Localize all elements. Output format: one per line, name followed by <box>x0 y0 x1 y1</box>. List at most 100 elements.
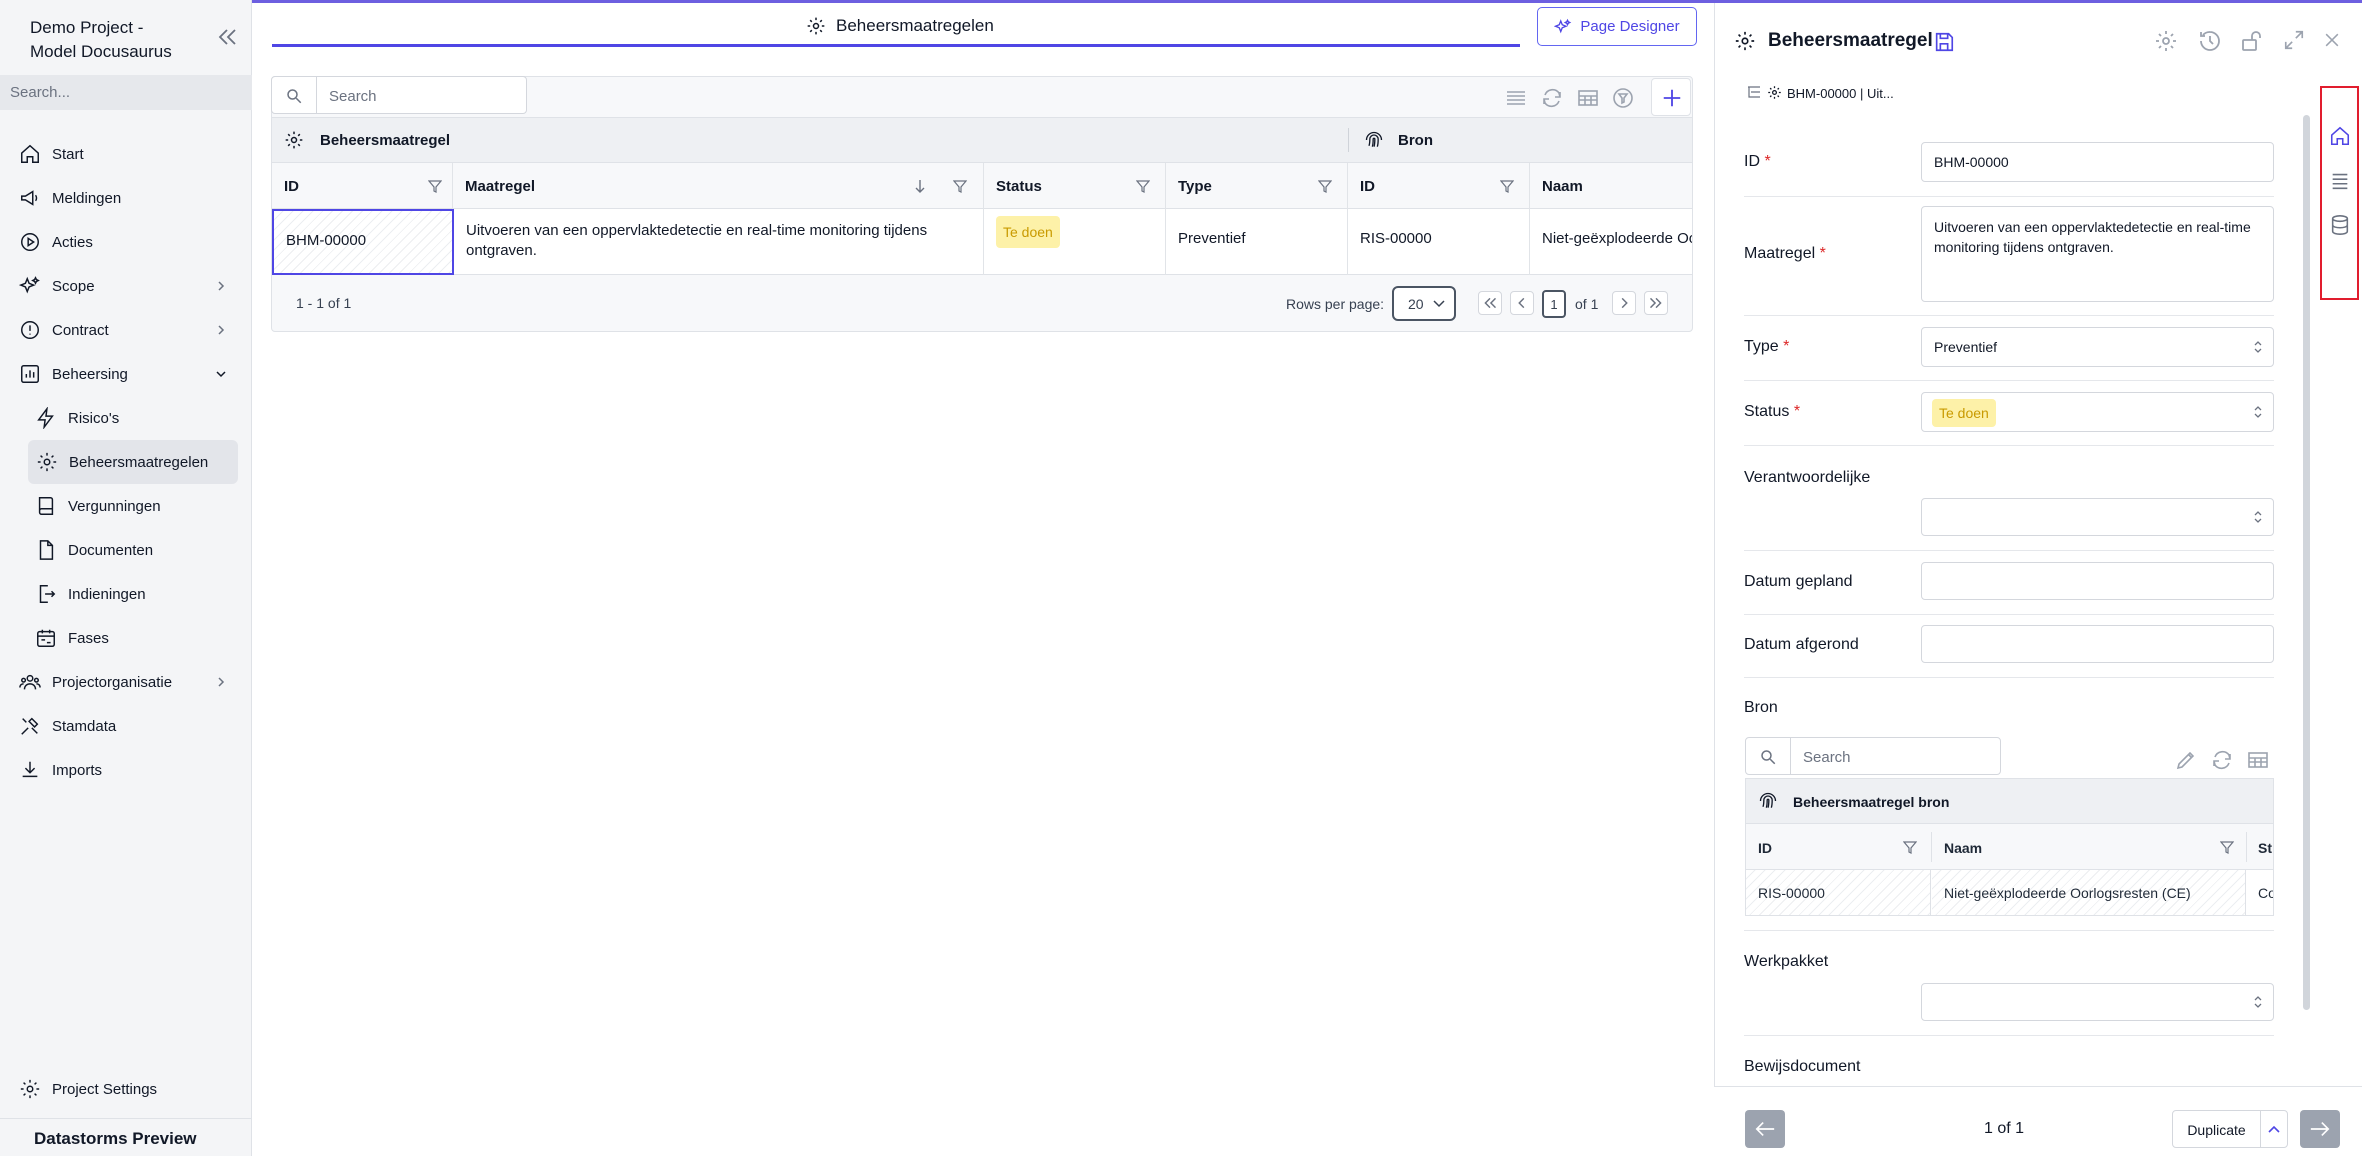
unlock-icon[interactable] <box>2240 29 2264 53</box>
table-icon[interactable] <box>1576 86 1600 110</box>
filter-icon[interactable] <box>1903 840 1917 854</box>
filter-icon[interactable] <box>428 179 442 193</box>
filter-icon[interactable] <box>1318 179 1332 193</box>
filter-icon[interactable] <box>1500 179 1514 193</box>
sidebar-item-scope[interactable]: Scope <box>0 264 252 308</box>
refresh-icon[interactable] <box>2210 748 2234 772</box>
project-title[interactable]: Demo Project - Model Docusaurus <box>30 16 172 64</box>
datum-afgerond-field[interactable] <box>1921 625 2274 663</box>
grid-search-input[interactable]: Search <box>271 76 527 114</box>
sidebar-item-label: Documenten <box>68 541 154 559</box>
density-icon[interactable] <box>1504 86 1528 110</box>
edit-icon[interactable] <box>2174 748 2198 772</box>
close-icon[interactable] <box>2322 30 2342 50</box>
page-number-input[interactable]: 1 <box>1542 290 1566 318</box>
clear-filter-icon[interactable] <box>1611 86 1635 110</box>
datum-gepland-field[interactable] <box>1921 562 2274 600</box>
alert-circle-icon <box>21 321 39 339</box>
expand-icon[interactable] <box>2283 29 2305 51</box>
duplicate-button[interactable]: Duplicate <box>2172 1110 2261 1148</box>
sidebar-item-start[interactable]: Start <box>0 132 252 176</box>
cell-bron-id[interactable]: RIS-00000 <box>1348 209 1530 275</box>
table-icon[interactable] <box>2246 748 2270 772</box>
page-designer-button[interactable]: Page Designer <box>1537 7 1697 46</box>
sparkles-icon <box>1554 18 1572 33</box>
sidebar-item-beheersmaatregelen[interactable]: Beheersmaatregelen <box>28 440 238 484</box>
sidebar-item-beheersing[interactable]: Beheersing <box>0 352 252 396</box>
lightning-icon <box>37 407 54 429</box>
filter-icon[interactable] <box>2220 840 2234 854</box>
cell-maatregel[interactable]: Uitvoeren van een oppervlaktedetectie en… <box>454 209 984 275</box>
next-page-button[interactable] <box>1612 291 1636 315</box>
col-header-type[interactable]: Type <box>1166 163 1348 209</box>
cell-id[interactable]: RIS-00000 <box>1758 885 1825 901</box>
status-badge: Te doen <box>996 216 1060 248</box>
maatregel-textarea[interactable]: Uitvoeren van een oppervlaktedetectie en… <box>1921 206 2274 302</box>
cell-status[interactable]: Co <box>2258 885 2273 901</box>
project-settings-button[interactable]: Project Settings <box>0 1067 252 1111</box>
divider <box>1744 315 2274 316</box>
col-header-naam[interactable]: Naam <box>1530 163 1692 209</box>
breadcrumb[interactable]: BHM-00000 | Uit... <box>1787 86 1894 101</box>
sidebar-item-contract[interactable]: Contract <box>0 308 252 352</box>
type-select[interactable]: Preventief <box>1921 327 2274 367</box>
rows-per-page-select[interactable]: 20 <box>1392 286 1456 321</box>
project-settings-label: Project Settings <box>52 1080 158 1098</box>
col-header-id[interactable]: ID <box>272 163 453 209</box>
bron-table-row[interactable]: RIS-00000 Niet-geëxplodeerde Oorlogsrest… <box>1745 870 2274 916</box>
sidebar-item-stamdata[interactable]: Stamdata <box>0 704 252 748</box>
gear-icon <box>285 131 303 149</box>
filter-icon[interactable] <box>1136 179 1150 193</box>
sidebar-item-indieningen[interactable]: Indieningen <box>0 572 252 616</box>
table-row[interactable]: BHM-00000 Uitvoeren van een oppervlakted… <box>272 209 1692 275</box>
sidebar-item-acties[interactable]: Acties <box>0 220 252 264</box>
bron-search-input[interactable]: Search <box>1745 737 2001 775</box>
cell-status[interactable]: Te doen <box>984 209 1166 275</box>
history-icon[interactable] <box>2198 29 2222 53</box>
chevron-right-icon <box>218 677 225 687</box>
add-record-button[interactable] <box>1651 78 1691 116</box>
col-header-bron-id[interactable]: ID <box>1348 163 1530 209</box>
refresh-icon[interactable] <box>1540 86 1564 110</box>
cell-bron-naam[interactable]: Niet-geëxplodeerde Oo <box>1530 209 1692 275</box>
sidebar-item-documenten[interactable]: Documenten <box>0 528 252 572</box>
next-record-button[interactable] <box>2300 1110 2340 1148</box>
sidebar-item-projectorganisatie[interactable]: Projectorganisatie <box>0 660 252 704</box>
cell-naam[interactable]: Niet-geëxplodeerde Oorlogsresten (CE) <box>1944 885 2191 901</box>
sidebar-search-input[interactable]: Search... <box>0 75 252 110</box>
col-header-status[interactable]: St <box>2258 840 2272 856</box>
filter-icon[interactable] <box>953 179 967 193</box>
verantwoordelijke-select[interactable] <box>1921 498 2274 536</box>
collapse-sidebar-icon[interactable] <box>216 26 240 48</box>
sidebar-item-meldingen[interactable]: Meldingen <box>0 176 252 220</box>
id-field[interactable]: BHM-00000 <box>1921 142 2274 182</box>
sidebar-item-vergunningen[interactable]: Vergunningen <box>0 484 252 528</box>
status-select[interactable]: Te doen <box>1921 392 2274 432</box>
sidebar-item-imports[interactable]: Imports <box>0 748 252 792</box>
home-icon <box>21 144 39 163</box>
last-page-button[interactable] <box>1644 291 1668 315</box>
col-header-maatregel[interactable]: Maatregel <box>453 163 984 209</box>
download-icon <box>22 761 38 778</box>
panel-scrollbar[interactable] <box>2303 115 2310 1010</box>
cell-type[interactable]: Preventief <box>1166 209 1348 275</box>
tab-beheersmaatregelen[interactable]: Beheersmaatregelen <box>806 16 994 36</box>
first-page-button[interactable] <box>1478 291 1502 315</box>
prev-page-button[interactable] <box>1510 291 1534 315</box>
save-icon[interactable] <box>1933 31 1955 53</box>
werkpakket-select[interactable] <box>1921 983 2274 1021</box>
cell-id[interactable]: BHM-00000 <box>272 209 454 275</box>
sidebar-item-risicos[interactable]: Risico's <box>0 396 252 440</box>
col-header-status[interactable]: Status <box>984 163 1166 209</box>
settings-icon[interactable] <box>2154 29 2178 53</box>
duplicate-options-button[interactable] <box>2260 1110 2288 1148</box>
sidebar-item-label: Fases <box>68 629 109 647</box>
sidebar-item-fases[interactable]: Fases <box>0 616 252 660</box>
arrow-left-icon <box>1755 1121 1775 1137</box>
col-header-id[interactable]: ID <box>1758 840 1772 856</box>
divider <box>1744 196 2274 197</box>
type-label: Type * <box>1744 338 1790 355</box>
col-header-naam[interactable]: Naam <box>1944 840 1982 856</box>
previous-record-button[interactable] <box>1745 1110 1785 1148</box>
sort-descending-icon[interactable] <box>913 179 927 193</box>
